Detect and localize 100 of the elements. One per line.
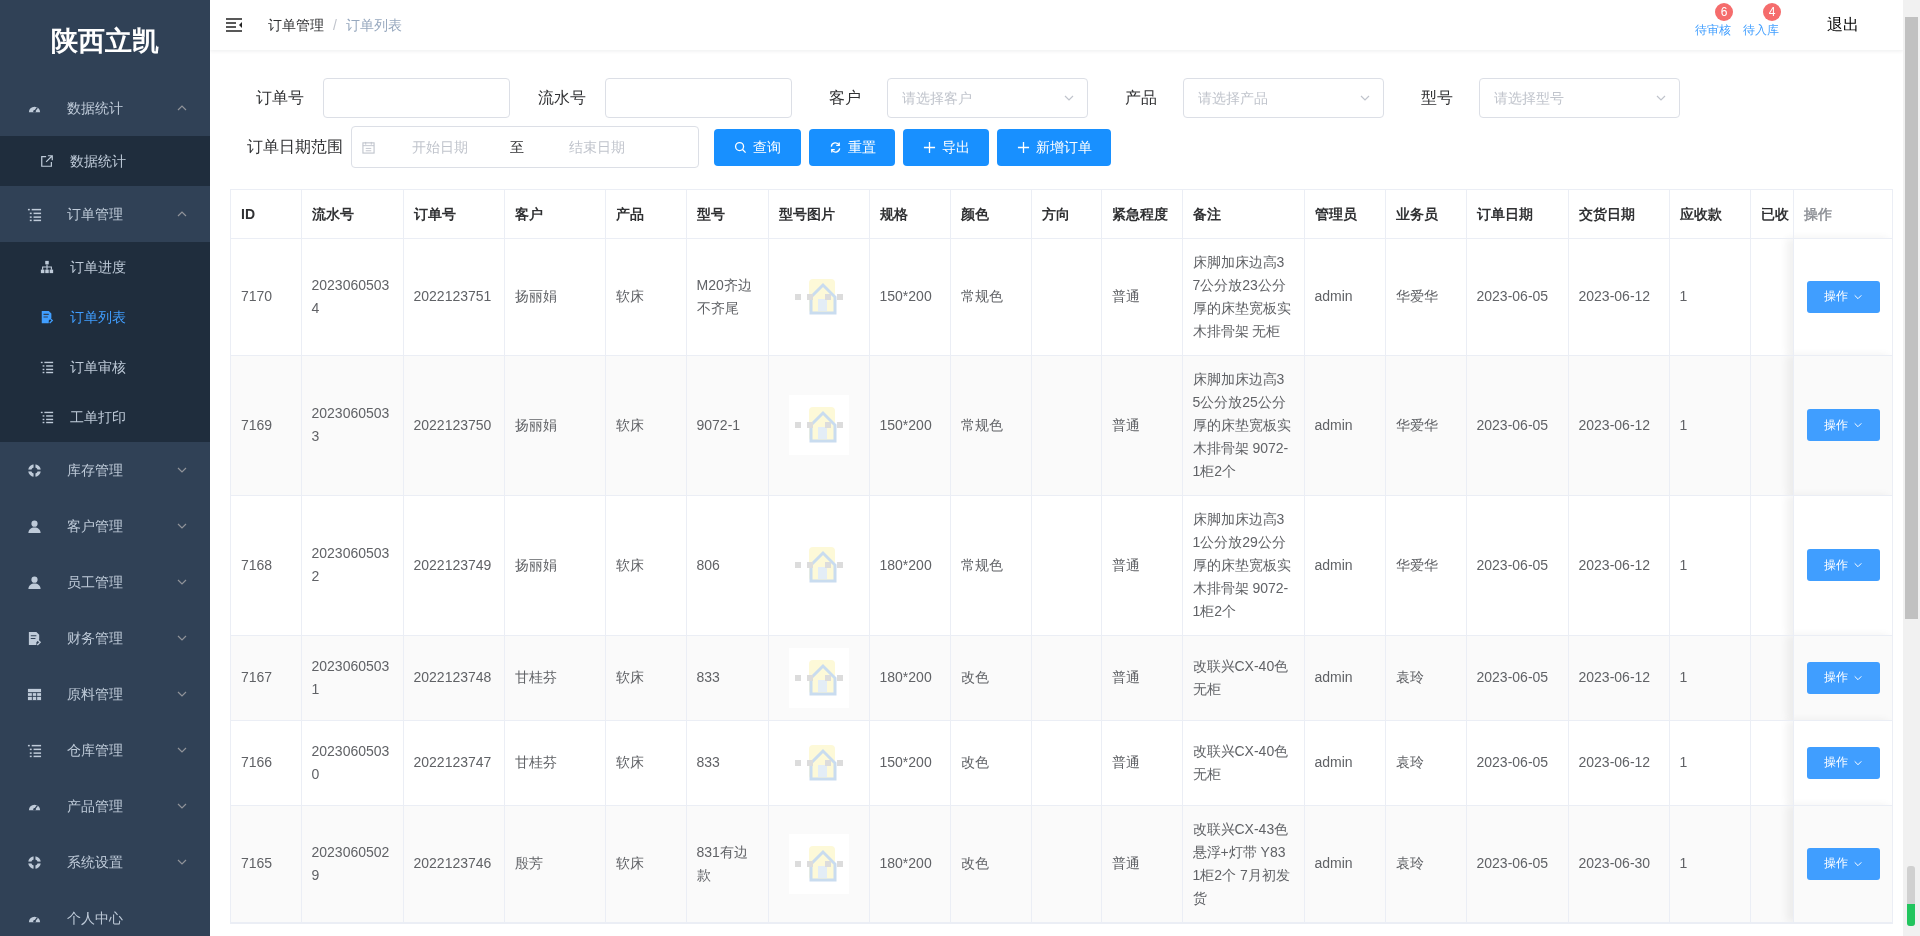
field-label: 流水号 [538, 89, 586, 106]
table-cell: admin [1304, 495, 1385, 635]
table-cell: admin [1304, 355, 1385, 495]
menu-item[interactable]: 原料管理 [0, 666, 210, 722]
table-cell: 袁玲 [1385, 805, 1466, 922]
table-cell: 20230605030 [301, 720, 403, 805]
hierarchy-icon [40, 260, 54, 274]
breadcrumb-separator: / [333, 15, 337, 35]
document-icon [40, 310, 54, 324]
search-icon [734, 140, 747, 154]
lifebuoy-icon [27, 854, 42, 870]
count-badge: 6 [1715, 3, 1733, 21]
table-cell: 改色 [950, 720, 1031, 805]
calendar-icon [362, 140, 375, 154]
table-cell: 软床 [605, 720, 686, 805]
table-cell: 常规色 [950, 355, 1031, 495]
table-cell: 2023-06-05 [1466, 635, 1568, 720]
user-icon [27, 574, 42, 590]
column-header: 型号图片 [778, 205, 835, 222]
menu-item[interactable]: 客户管理 [0, 498, 210, 554]
column-header: 流水号 [311, 205, 354, 222]
table-cell: 袁玲 [1385, 720, 1466, 805]
menu-item[interactable]: 库存管理 [0, 442, 210, 498]
table-cell: 改色 [950, 805, 1031, 922]
table-cell: 袁玲 [1385, 635, 1466, 720]
table-cell: 华爱华 [1385, 238, 1466, 355]
logout-link[interactable]: 退出 [1827, 13, 1859, 37]
column-header: 紧急程度 [1111, 205, 1168, 222]
submenu-item[interactable]: 订单列表 [0, 292, 210, 342]
menu-item[interactable]: 财务管理 [0, 610, 210, 666]
date-range-field[interactable]: 开始日期 至 结束日期 [351, 126, 699, 168]
table-cell: 20230605029 [301, 805, 403, 922]
table-cell: 831有边款 [686, 805, 768, 922]
list-icon [40, 410, 54, 424]
table-cell: 150*200 [869, 355, 950, 495]
table-cell: 扬丽娟 [504, 495, 605, 635]
table-cell: 2022123748 [403, 635, 504, 720]
table-cell: 床脚加床边高35公分放25公分厚的床垫宽板实木排骨架 9072-1柜2个 [1182, 355, 1304, 495]
table-cell: 普通 [1101, 805, 1182, 922]
plus-icon [1016, 140, 1030, 154]
list-icon [27, 206, 42, 222]
submenu-item[interactable]: 工单打印 [0, 392, 210, 442]
menu-icon[interactable] [226, 18, 242, 32]
table-cell: 床脚加床边高31公分放29公分厚的床垫宽板实木排骨架 9072-1柜2个 [1182, 495, 1304, 635]
table-cell: 2022123750 [403, 355, 504, 495]
menu-item[interactable]: 订单管理 [0, 186, 210, 242]
table-cell: 1 [1669, 355, 1750, 495]
table-cell: 软床 [605, 238, 686, 355]
submenu-item[interactable]: 数据统计 [0, 136, 210, 186]
table-cell: 833 [686, 635, 768, 720]
table-cell: 2023-06-12 [1568, 720, 1669, 805]
submenu-item[interactable]: 订单审核 [0, 342, 210, 392]
table-cell: 1 [1669, 238, 1750, 355]
table-cell: 7168 [231, 495, 301, 635]
chevron-down-icon [1853, 560, 1863, 570]
table-cell: 常规色 [950, 495, 1031, 635]
column-header: 应收款 [1679, 205, 1722, 222]
table-cell: 150*200 [869, 238, 950, 355]
column-header: 管理员 [1314, 205, 1357, 222]
table-cell: 2022123749 [403, 495, 504, 635]
column-header: 订单号 [413, 205, 456, 222]
scrollbar-drawing[interactable] [1903, 0, 1920, 936]
table-cell: 床脚加床边高37公分放23公分厚的床垫宽板实木排骨架 无柜 [1182, 238, 1304, 355]
table-cell: 2023-06-05 [1466, 238, 1568, 355]
table-cell: 1 [1669, 635, 1750, 720]
table-cell: admin [1304, 238, 1385, 355]
external-link-icon [40, 154, 54, 168]
table-cell: 7165 [231, 805, 301, 922]
table-cell: 2023-06-05 [1466, 495, 1568, 635]
table-cell: 2023-06-30 [1568, 805, 1669, 922]
menu-item[interactable]: 产品管理 [0, 778, 210, 834]
menu-item[interactable]: 员工管理 [0, 554, 210, 610]
menu-item[interactable]: 系统设置 [0, 834, 210, 890]
table-cell: 2023-06-05 [1466, 720, 1568, 805]
table-cell: 软床 [605, 355, 686, 495]
menu-item[interactable]: 仓库管理 [0, 722, 210, 778]
table-cell: 833 [686, 720, 768, 805]
document-icon [27, 630, 42, 646]
table-cell: 2023-06-12 [1568, 635, 1669, 720]
table-cell: 2023-06-12 [1568, 355, 1669, 495]
text-input[interactable] [323, 78, 510, 118]
menu-item[interactable]: 数据统计 [0, 80, 210, 136]
submenu-item[interactable]: 订单进度 [0, 242, 210, 292]
breadcrumb-item[interactable]: 订单管理 [268, 14, 324, 36]
table-cell: 软床 [605, 635, 686, 720]
table-cell: 华爱华 [1385, 355, 1466, 495]
table-cell: 甘桂芬 [504, 635, 605, 720]
chevron-down-icon [1853, 420, 1863, 430]
table-cell: 20230605034 [301, 238, 403, 355]
text-input[interactable] [605, 78, 792, 118]
table-cell: 7166 [231, 720, 301, 805]
user-icon [27, 518, 42, 534]
table-cell: 180*200 [869, 495, 950, 635]
field-label: 产品 [1125, 89, 1157, 106]
menu-item[interactable]: 个人中心 [0, 890, 210, 936]
table-cell: 1 [1669, 805, 1750, 922]
column-header: 方向 [1041, 205, 1070, 222]
field-label: 型号 [1421, 89, 1453, 106]
table-cell: 2023-06-12 [1568, 495, 1669, 635]
table-cell: 9072-1 [686, 355, 768, 495]
